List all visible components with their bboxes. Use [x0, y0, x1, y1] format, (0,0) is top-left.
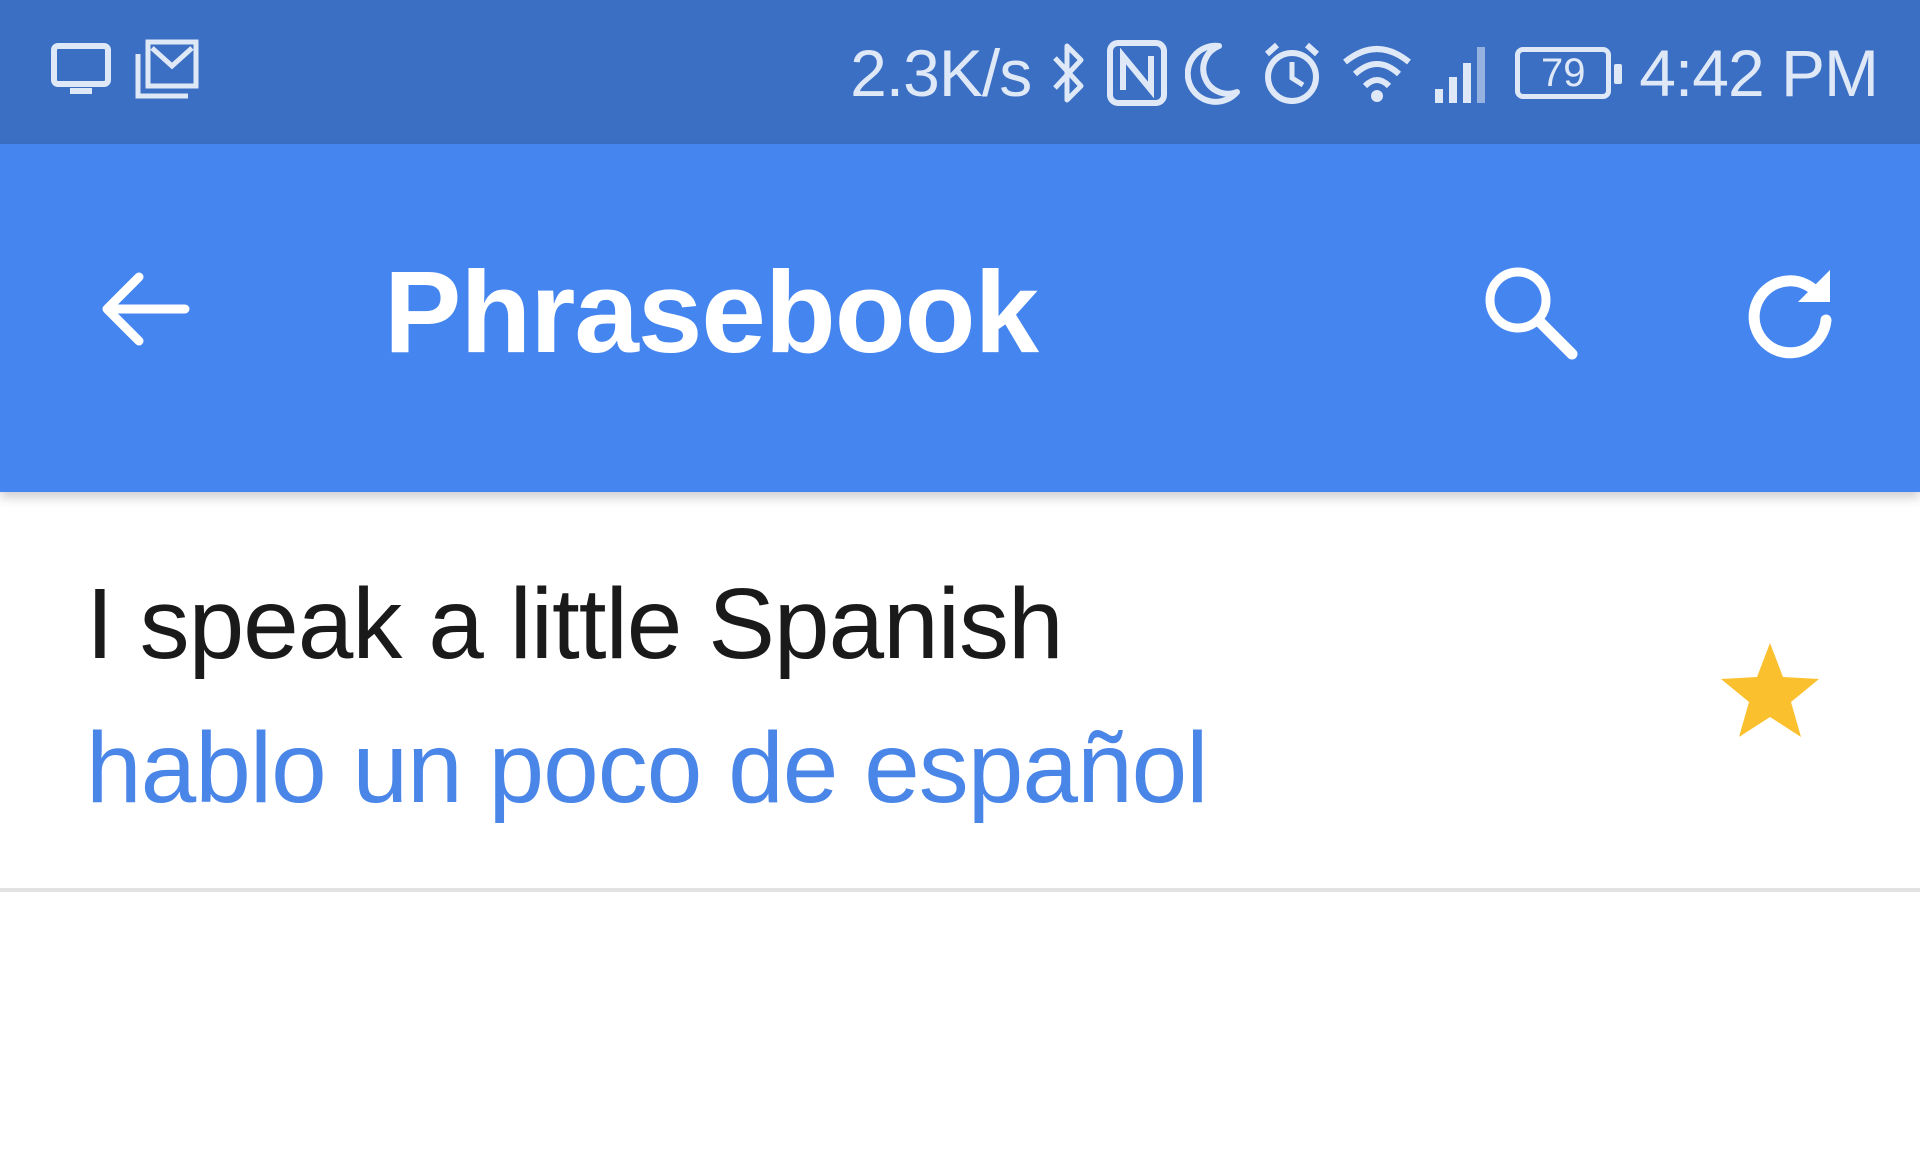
phrase-translation-text: hablo un poco de español	[86, 712, 1208, 824]
status-bar: 2.3K/s 79 4:42 PM	[0, 0, 1920, 144]
cell-signal-icon	[1431, 41, 1497, 105]
star-icon	[1721, 643, 1819, 737]
wifi-icon	[1341, 42, 1413, 104]
nfc-icon	[1107, 40, 1168, 106]
status-time: 4:42 PM	[1639, 36, 1879, 110]
page-title: Phrasebook	[384, 247, 1039, 377]
do-not-disturb-moon-icon	[1185, 40, 1243, 106]
battery-level: 79	[1540, 50, 1586, 95]
network-speed: 2.3K/s	[850, 36, 1032, 110]
refresh-icon	[1748, 270, 1832, 359]
battery-icon: 79	[1515, 47, 1623, 99]
status-bar-right: 2.3K/s 79 4:42 PM	[850, 28, 1879, 118]
search-button[interactable]	[1470, 252, 1590, 372]
bluetooth-icon	[1049, 38, 1089, 108]
list-item[interactable]: I speak a little Spanish hablo un poco d…	[0, 492, 1920, 892]
gmail-notification-icon	[134, 38, 200, 102]
app-bar: Phrasebook	[0, 144, 1920, 492]
status-bar-left	[50, 38, 200, 102]
phrasebook-screen: 2.3K/s 79 4:42 PM Phrasebook I speak a l…	[0, 0, 1920, 1152]
refresh-button[interactable]	[1730, 252, 1850, 372]
back-button[interactable]	[90, 254, 200, 364]
phrase-source-text: I speak a little Spanish	[86, 568, 1064, 680]
phrase-list: I speak a little Spanish hablo un poco d…	[0, 492, 1920, 892]
star-button[interactable]	[1700, 622, 1840, 762]
screen-cast-icon	[50, 42, 112, 98]
arrow-back-icon	[102, 272, 190, 346]
alarm-clock-icon	[1261, 40, 1323, 106]
search-icon	[1485, 267, 1578, 360]
